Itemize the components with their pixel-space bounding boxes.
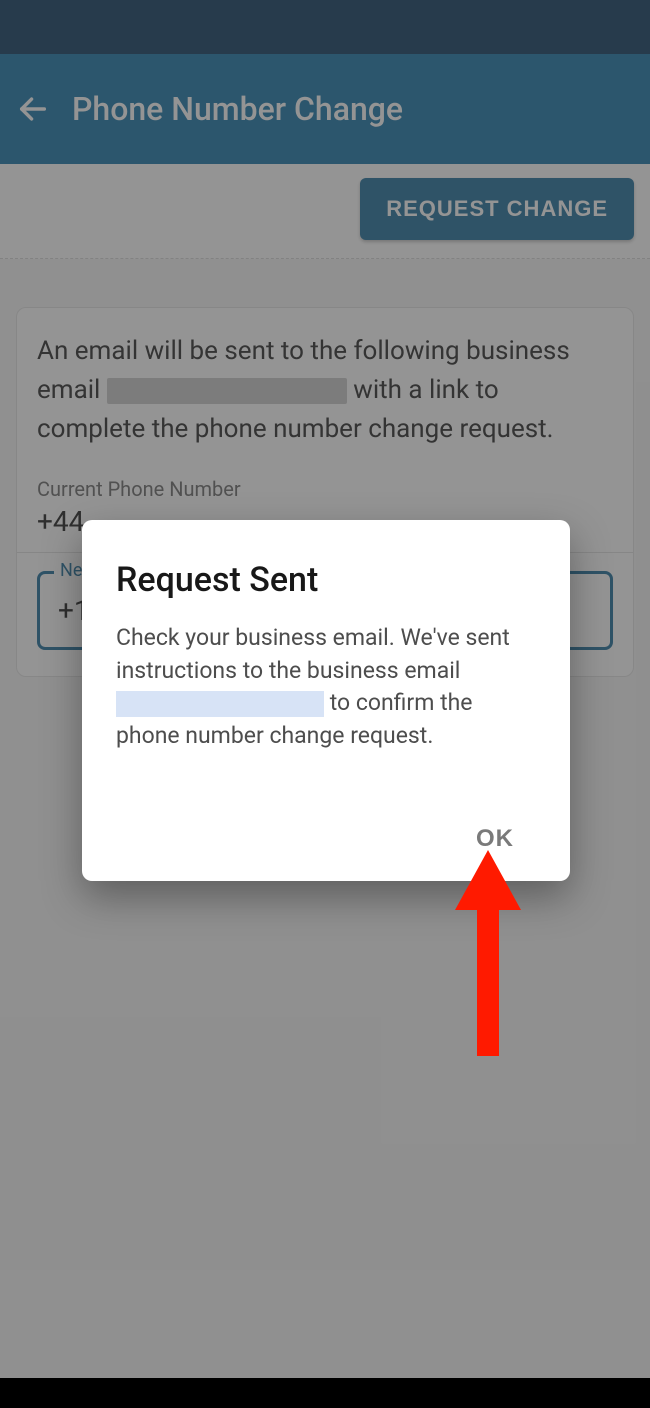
dialog-body-part1: Check your business email. We've sent in…	[116, 624, 510, 684]
nav-bar-placeholder	[0, 1378, 650, 1408]
request-sent-dialog: Request Sent Check your business email. …	[82, 520, 570, 881]
dialog-title: Request Sent	[116, 560, 536, 600]
dialog-actions: OK	[116, 815, 536, 863]
dialog-body: Check your business email. We've sent in…	[116, 622, 536, 753]
ok-button[interactable]: OK	[454, 815, 536, 863]
device-frame: Phone Number Change REQUEST CHANGE An em…	[0, 0, 650, 1408]
redacted-email-dialog	[116, 691, 324, 717]
